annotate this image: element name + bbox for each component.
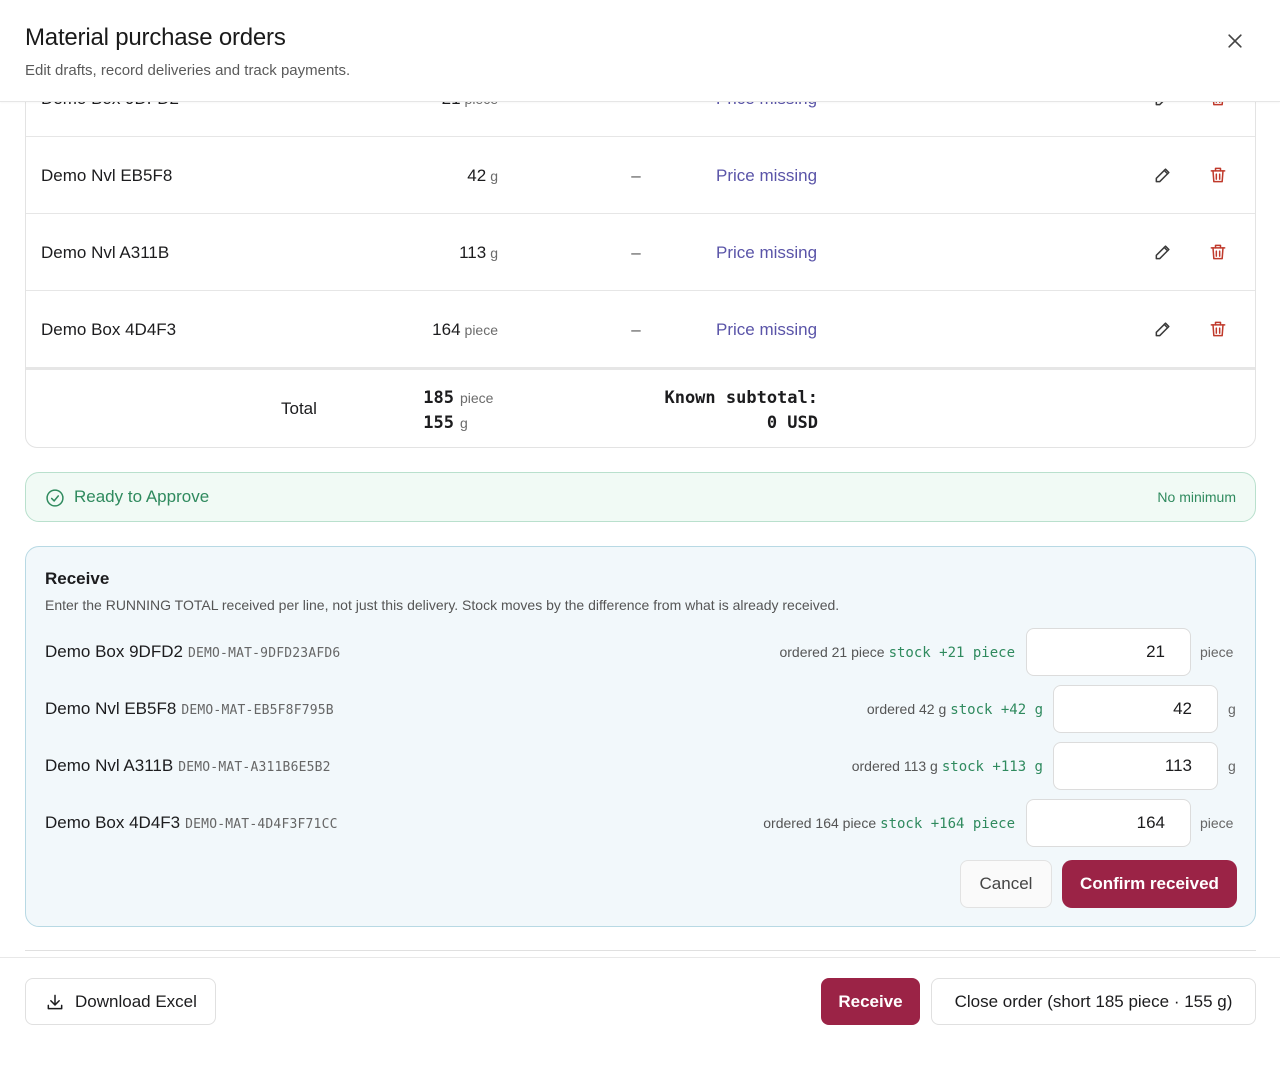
known-subtotal-label: Known subtotal: [664,388,818,408]
edit-pencil-icon[interactable] [1151,317,1175,341]
received-quantity-input[interactable] [1026,799,1191,847]
ordered-text: ordered 42 g [866,701,947,717]
received-unit: piece [1200,644,1234,660]
line-name: Demo Nvl EB5F8 [41,166,173,185]
receive-title: Receive [45,569,110,588]
receive-row: Demo Box 9DFD2 DEMO-MAT-9DFD23AFD6 ordere… [26,628,1255,676]
line-quantity: 42 g [467,137,498,214]
trash-icon[interactable] [1206,317,1230,341]
material-code: DEMO-MAT-9DFD23AFD6 [187,646,341,661]
stock-delta: stock +113 g [941,759,1043,775]
ordered-text: ordered 113 g [851,758,938,774]
unit-price-empty: – [631,320,641,339]
total-qty-unit: piece [460,390,494,406]
total-label: Total [281,399,317,418]
stock-delta: stock +164 piece [880,816,1015,832]
approve-status-text: Ready to Approve [74,487,210,506]
material-code: DEMO-MAT-EB5F8F795B [181,703,334,718]
confirm-received-button[interactable]: Confirm received [1062,860,1237,908]
scroll-area[interactable]: Demo Box 9DFD2 21piece – Price missing D… [0,0,1280,957]
page-subtitle: Edit drafts, record deliveries and track… [25,62,351,79]
receive-material-name: Demo Nvl A311B DEMO-MAT-A311B6E5B2 [45,742,331,790]
line-quantity: 164 piece [432,291,498,368]
material-name: Demo Nvl A311B [45,756,174,775]
qty-unit: g [490,168,498,184]
receive-row: Demo Nvl A311B DEMO-MAT-A311B6E5B2 ordere… [26,742,1255,790]
table-row: Demo Nvl EB5F8 42 g – Price missing [26,137,1255,214]
material-name: Demo Nvl EB5F8 [45,699,177,718]
dialog-footer: Download Excel Receive Close order (shor… [0,957,1280,1067]
qty-unit: g [490,245,498,261]
receive-description: Enter the RUNNING TOTAL received per lin… [45,597,840,613]
price-missing-link[interactable]: Price missing [716,137,817,214]
edit-pencil-icon[interactable] [1151,163,1175,187]
receive-ordered-info: ordered 42 g stock +42 g [867,685,1043,733]
total-qty-value: 185 [423,388,454,408]
unit-price-empty: – [631,243,641,262]
material-code: DEMO-MAT-A311B6E5B2 [178,760,331,775]
line-quantity: 113 g [459,214,498,291]
cancel-button[interactable]: Cancel [960,860,1052,908]
material-name: Demo Box 9DFD2 [45,642,183,661]
receive-row: Demo Nvl EB5F8 DEMO-MAT-EB5F8F795B ordere… [26,685,1255,733]
approve-status-banner: Ready to Approve No minimum [25,472,1256,522]
ordered-text: ordered 164 piece [763,815,877,831]
receive-ordered-info: ordered 164 piece stock +164 piece [763,799,1015,847]
page-title: Material purchase orders [25,24,286,51]
received-quantity-input[interactable] [1053,685,1218,733]
download-excel-button[interactable]: Download Excel [25,978,216,1025]
price-missing-link[interactable]: Price missing [716,214,817,291]
receive-ordered-info: ordered 113 g stock +113 g [852,742,1043,790]
stock-delta: stock +42 g [950,702,1043,718]
material-code: DEMO-MAT-4D4F3F71CC [185,817,338,832]
trash-icon[interactable] [1206,163,1230,187]
stock-delta: stock +21 piece [888,645,1015,661]
qty-value: 42 [467,166,487,185]
received-quantity-input[interactable] [1053,742,1218,790]
material-name: Demo Box 4D4F3 [45,813,181,832]
total-row: Total 185 piece 155 g Known subtotal: 0 US… [26,368,1255,448]
trash-icon[interactable] [1206,240,1230,264]
dialog-header: Material purchase orders Edit drafts, re… [0,0,1280,102]
received-unit: g [1228,758,1236,774]
line-name: Demo Nvl A311B [41,243,170,262]
unit-price-empty: – [631,166,641,185]
receive-material-name: Demo Nvl EB5F8 DEMO-MAT-EB5F8F795B [45,685,334,733]
total-quantity-piece: 185 piece [423,388,498,408]
price-missing-link[interactable]: Price missing [716,291,817,368]
close-order-button[interactable]: Close order (short 185 piece · 155 g) [931,978,1256,1025]
receive-material-name: Demo Box 4D4F3 DEMO-MAT-4D4F3F71CC [45,799,338,847]
check-circle-icon [45,488,65,508]
received-quantity-input[interactable] [1026,628,1191,676]
qty-value: 164 [432,320,461,339]
download-excel-label: Download Excel [75,991,197,1011]
receive-row: Demo Box 4D4F3 DEMO-MAT-4D4F3F71CC ordere… [26,799,1255,847]
received-unit: piece [1200,815,1234,831]
line-name: Demo Box 4D4F3 [41,320,177,339]
known-subtotal-value: 0 USD [766,413,818,433]
close-icon[interactable] [1220,26,1250,56]
qty-value: 113 [459,243,487,262]
receive-panel: Receive Enter the RUNNING TOTAL received… [25,546,1256,927]
minimum-order-note: No minimum [1157,489,1236,505]
receive-material-name: Demo Box 9DFD2 DEMO-MAT-9DFD23AFD6 [45,628,340,676]
receive-button[interactable]: Receive [821,978,920,1025]
total-qty-value: 155 [423,413,454,433]
total-qty-unit: g [460,415,468,431]
table-row: Demo Nvl A311B 113 g – Price missing [26,214,1255,291]
download-icon [45,992,65,1012]
section-divider [25,950,1256,951]
edit-pencil-icon[interactable] [1151,240,1175,264]
table-row: Demo Box 4D4F3 164 piece – Price missing [26,291,1255,368]
total-quantity-g: 155 g [423,413,498,433]
receive-ordered-info: ordered 21 piece stock +21 piece [779,628,1015,676]
received-unit: g [1228,701,1236,717]
qty-unit: piece [464,322,498,338]
ordered-text: ordered 21 piece [779,644,885,660]
